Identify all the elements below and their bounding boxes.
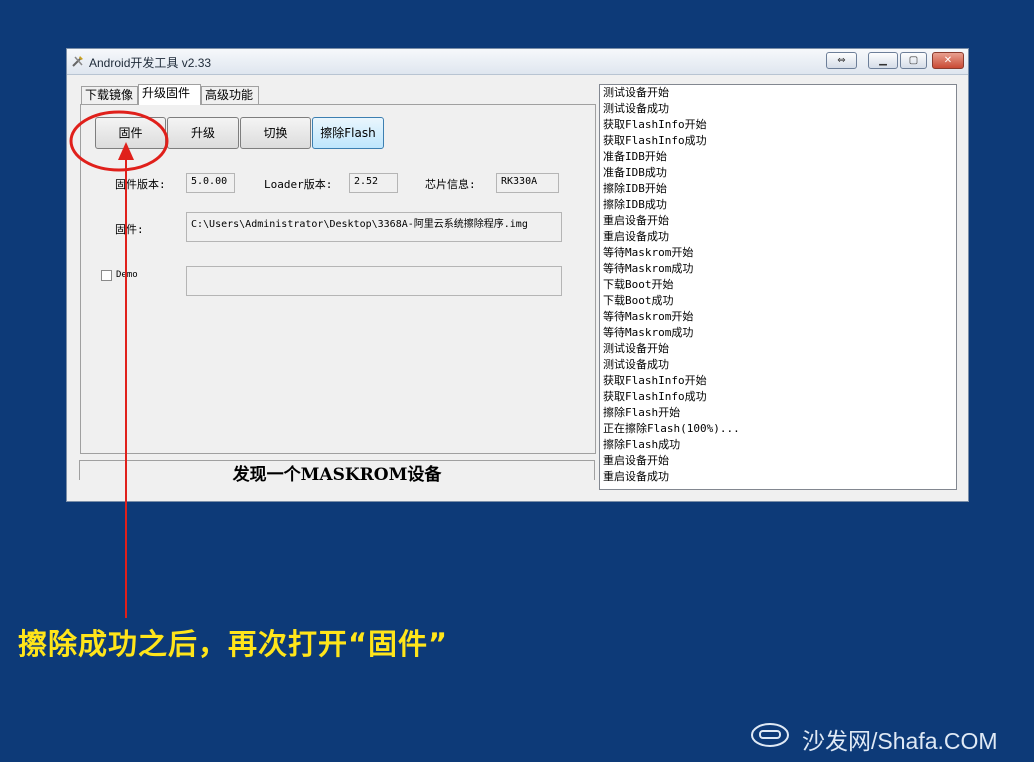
highlight-circle xyxy=(69,110,169,172)
tab-upgrade-firmware[interactable]: 升级固件 xyxy=(138,84,201,105)
sofa-icon xyxy=(751,723,789,747)
arrow-head-icon xyxy=(118,142,134,160)
watermark-text: 沙发网/Shafa.COM xyxy=(802,728,998,754)
watermark xyxy=(750,720,790,754)
instruction-caption: 擦除成功之后，再次打开“固件” xyxy=(18,627,449,661)
